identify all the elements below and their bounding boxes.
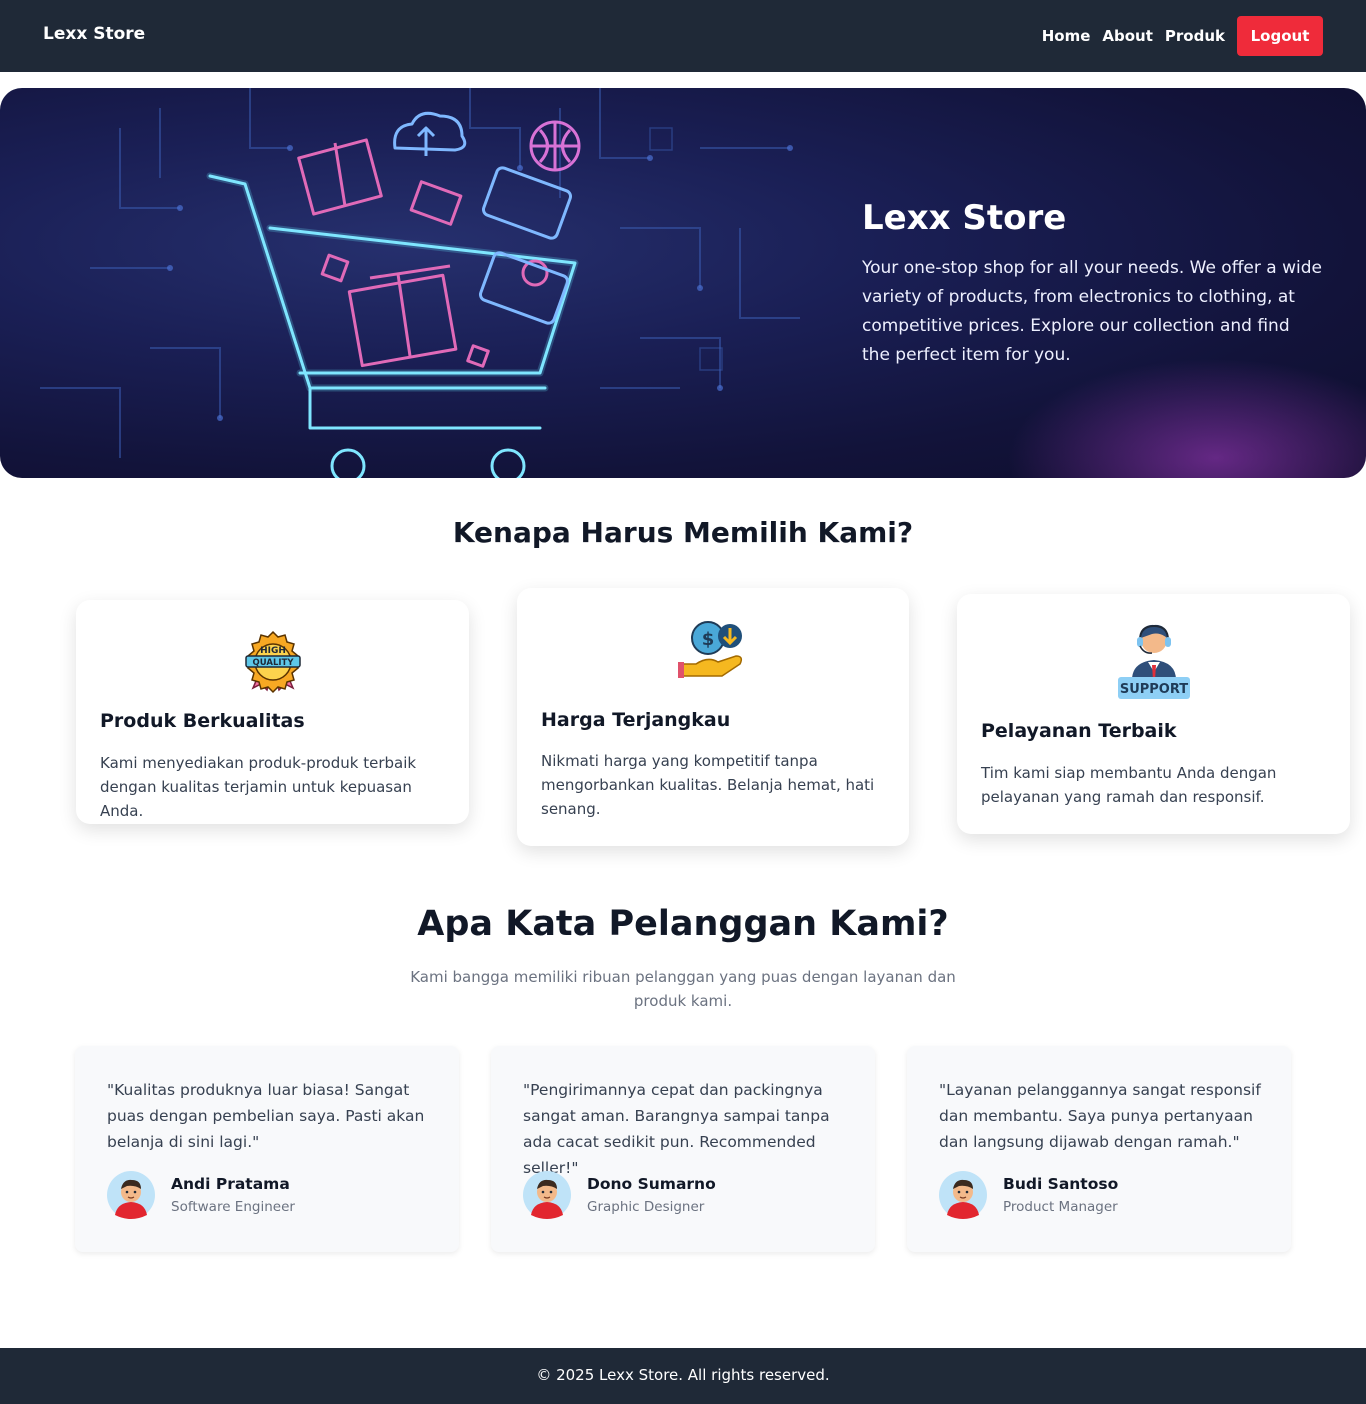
testimonial-quote: "Pengirimannya cepat dan packingnya sang…: [523, 1081, 830, 1177]
logout-button[interactable]: Logout: [1237, 16, 1323, 56]
nav-link-home[interactable]: Home: [1042, 27, 1091, 45]
hero-text: Lexx Store Your one-stop shop for all yo…: [862, 196, 1322, 370]
shopping-cart-illustration: [40, 88, 800, 478]
feature-card-quality: HIGH QUALITY Produk Berkualitas Kami men…: [76, 600, 469, 824]
high-quality-badge-icon: HIGH QUALITY: [244, 630, 301, 694]
testimonial-quote: "Kualitas produknya luar biasa! Sangat p…: [107, 1081, 425, 1151]
svg-text:$: $: [702, 629, 715, 650]
testimonials-title: Apa Kata Pelanggan Kami?: [417, 904, 949, 944]
feature-card-service: SUPPORT Pelayanan Terbaik Tim kami siap …: [957, 594, 1350, 834]
badge-text-high: HIGH: [260, 646, 286, 656]
footer-copyright: © 2025 Lexx Store. All rights reserved.: [536, 1366, 830, 1384]
testimonial-quote: "Layanan pelanggannya sangat responsif d…: [939, 1081, 1261, 1151]
avatar: [939, 1171, 987, 1219]
testimonial-name: Andi Pratama: [171, 1175, 290, 1193]
testimonial-name: Dono Sumarno: [587, 1175, 716, 1193]
hero-banner: Lexx Store Your one-stop shop for all yo…: [0, 88, 1366, 478]
hero-description: Your one-stop shop for all your needs. W…: [862, 258, 1322, 365]
feature-title: Produk Berkualitas: [100, 710, 305, 732]
testimonial-card: "Pengirimannya cepat dan packingnya sang…: [491, 1046, 875, 1252]
footer: © 2025 Lexx Store. All rights reserved.: [0, 1348, 1366, 1404]
feature-description: Tim kami siap membantu Anda dengan pelay…: [981, 764, 1277, 806]
why-section-title: Kenapa Harus Memilih Kami?: [452, 516, 914, 549]
feature-description: Nikmati harga yang kompetitif tanpa meng…: [541, 752, 875, 818]
brand-logo[interactable]: Lexx Store: [43, 24, 145, 44]
support-badge-text: SUPPORT: [1119, 682, 1187, 697]
testimonial-role: Software Engineer: [171, 1199, 295, 1215]
avatar: [107, 1171, 155, 1219]
testimonial-name: Budi Santoso: [1003, 1175, 1119, 1193]
support-agent-icon: SUPPORT: [1117, 624, 1190, 699]
nav-links: Home About Produk Logout: [1042, 16, 1323, 56]
testimonial-role: Graphic Designer: [587, 1199, 705, 1215]
affordable-price-icon: $: [678, 621, 743, 678]
testimonial-card: "Kualitas produknya luar biasa! Sangat p…: [75, 1046, 459, 1252]
feature-card-price: $ Harga Terjangkau Nikmati harga yang ko…: [517, 588, 909, 846]
badge-text-quality: QUALITY: [252, 658, 294, 668]
feature-title: Pelayanan Terbaik: [981, 720, 1177, 742]
nav-link-about[interactable]: About: [1102, 27, 1153, 45]
feature-title: Harga Terjangkau: [541, 709, 731, 731]
testimonials-subtitle: Kami bangga memiliki ribuan pelanggan ya…: [410, 968, 956, 1010]
testimonial-card: "Layanan pelanggannya sangat responsif d…: [907, 1046, 1291, 1252]
hero-title: Lexx Store: [862, 198, 1067, 238]
testimonial-role: Product Manager: [1003, 1199, 1118, 1215]
feature-description: Kami menyediakan produk-produk terbaik d…: [100, 754, 417, 820]
navbar: Lexx Store Home About Produk Logout: [0, 0, 1366, 72]
avatar: [523, 1171, 571, 1219]
nav-link-produk[interactable]: Produk: [1165, 27, 1225, 45]
hero-glow: [1006, 358, 1366, 478]
